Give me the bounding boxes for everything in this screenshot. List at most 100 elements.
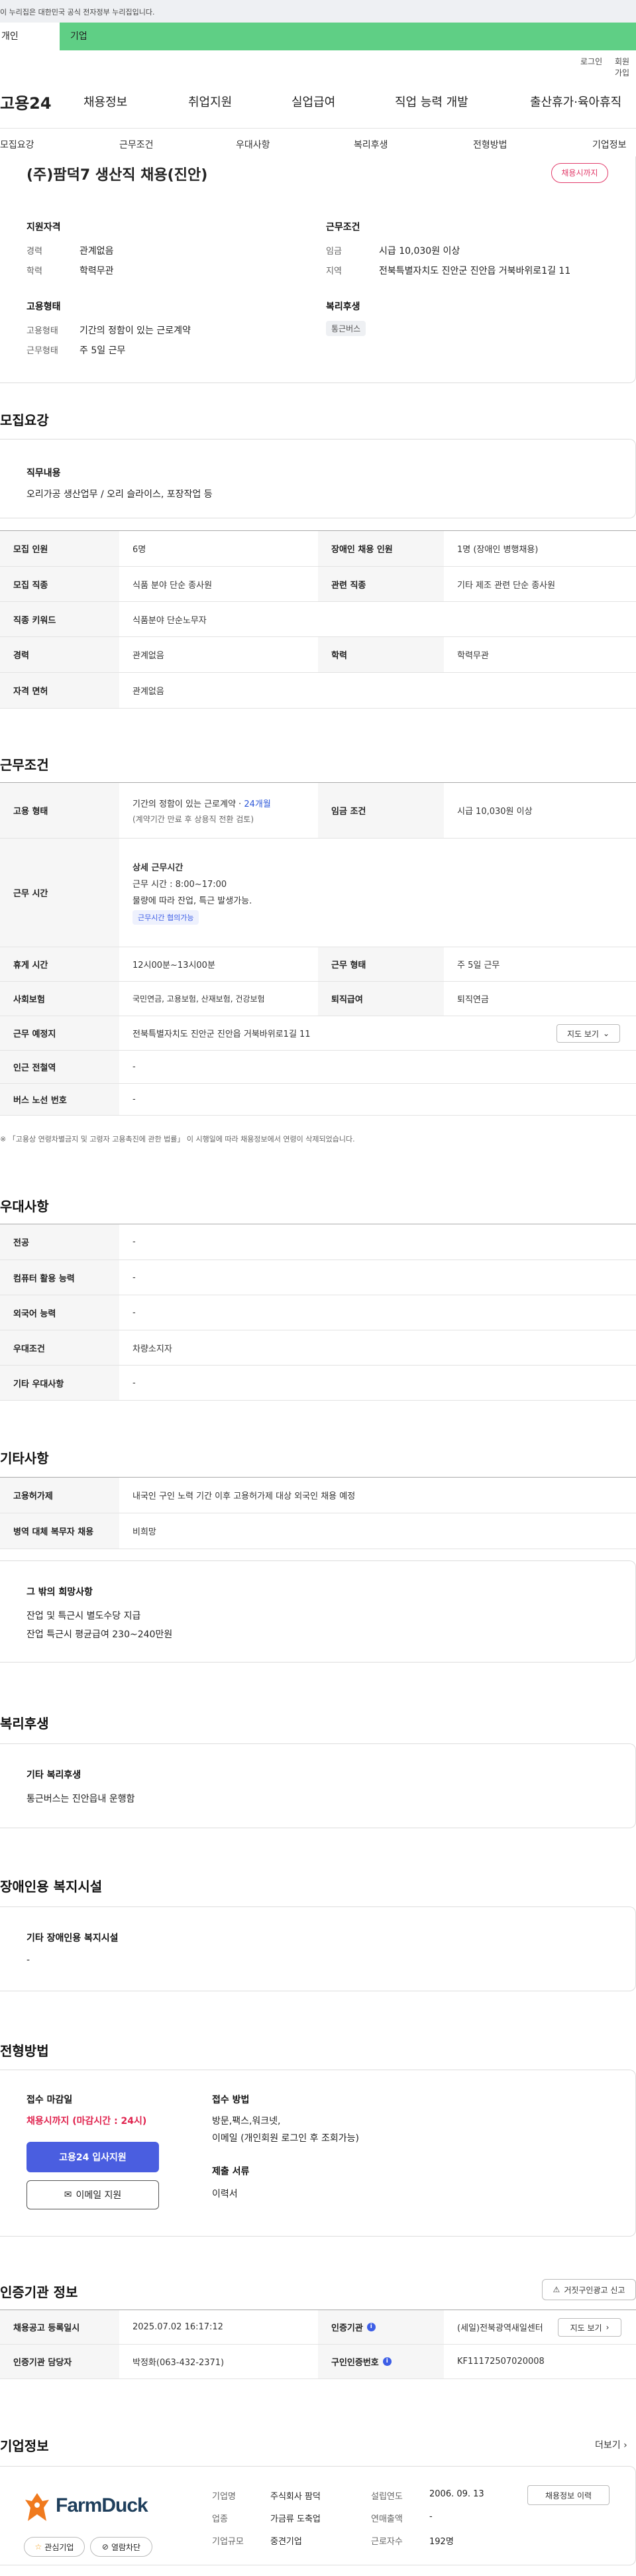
etc-note-line: 잔업 및 특근시 별도수당 지급 [26, 1611, 141, 1621]
company-info-value: 2006. 09. 13 [429, 2489, 484, 2499]
table-row: 사회보험 국민연금, 고용보험, 산재보험, 건강보험 퇴직급여 퇴직연금 [0, 982, 636, 1016]
menu-parental-leave[interactable]: 출산휴가·육아휴직 [530, 93, 621, 110]
qual-value: 학력무관 [80, 266, 114, 276]
apply-button[interactable]: 고용24 입사지원 [26, 2142, 159, 2172]
row-value: 기타 제조 관련 단순 종사원 [457, 580, 556, 591]
qual-label: 경력 [26, 247, 42, 257]
menu-training[interactable]: 직업 능력 개발 [395, 93, 468, 110]
job-history-button[interactable]: 채용정보 이력 [527, 2485, 610, 2505]
row-header: 컴퓨터 활용 능력 [0, 1260, 119, 1295]
row-header: 외국어 능력 [0, 1295, 119, 1330]
anchor-welfare[interactable]: 복리후생 [354, 138, 388, 151]
map-view-label: 지도 보기 [566, 1029, 599, 1039]
row-header: 직종 키워드 [0, 602, 119, 636]
row-value: 시급 10,030원 이상 [457, 807, 533, 817]
site-logo[interactable]: 고용24 [0, 90, 52, 113]
anchor-conditions[interactable]: 근무조건 [119, 138, 154, 151]
table-row: 전공 - [0, 1224, 636, 1260]
row-header: 고용 형태 [0, 783, 119, 838]
company-more-link[interactable]: 더보기 › [595, 2438, 627, 2451]
row-header: 병역 대체 복무자 채용 [0, 1513, 119, 1549]
docs-label: 제출 서류 [212, 2166, 250, 2177]
row-value: 12시00분~13시00분 [132, 961, 215, 970]
emp-type-months: 24개월 [244, 799, 271, 809]
info-icon[interactable]: i [382, 2357, 392, 2366]
login-link[interactable]: 로그인 [580, 56, 602, 67]
user-type-tabs: 개인 기업 [0, 23, 636, 50]
emp-label: 고용형태 [26, 326, 58, 336]
welfare-heading: 복리후생 [326, 302, 360, 312]
welfare-box-text: 통근버스는 진안읍내 운행함 [26, 1794, 135, 1804]
row-header: 학력 [318, 637, 444, 672]
cond-label: 임금 [326, 247, 342, 257]
cert-org-header: 인증기관 [331, 2323, 363, 2333]
table-row: 버스 노선 번호 - [0, 1084, 636, 1116]
report-fake-ad-button[interactable]: ⚠ 거짓구인광고 신고 [542, 2279, 636, 2300]
mail-icon: ✉ [64, 2190, 72, 2200]
warning-icon: ⚠ [553, 2285, 560, 2294]
table-row: 병역 대체 복무자 채용 비희망 [0, 1513, 636, 1549]
duty-text: 오리가공 생산업무 / 오리 슬라이스, 포장작업 등 [26, 489, 213, 500]
gov-banner-text: 이 누리집은 대한민국 공식 전자정부 누리집입니다. [0, 8, 155, 17]
docs-value: 이력서 [212, 2189, 238, 2199]
tab-company[interactable]: 기업 [70, 23, 87, 50]
menu-jobs[interactable]: 채용정보 [83, 93, 127, 110]
company-heading: 기업정보 [0, 2438, 49, 2454]
company-logo-text: FarmDuck [56, 2494, 148, 2516]
menu-unemployment-benefit[interactable]: 실업급여 [292, 93, 335, 110]
gov-banner: 이 누리집은 대한민국 공식 전자정부 누리집입니다. [0, 0, 636, 23]
table-row: 모집 직종 식품 분야 단순 종사원 관련 직종 기타 제조 관련 단순 종사원 [0, 567, 636, 602]
email-apply-button[interactable]: ✉ 이메일 지원 [26, 2180, 159, 2209]
row-value: 국민연금, 고용보험, 산재보험, 건강보험 [132, 994, 265, 1004]
table-row: 우대조건 차량소지자 [0, 1330, 636, 1366]
row-value: 관계없음 [132, 687, 164, 697]
table-row: 인증기관 담당자 박정화(063-432-2371) 구인인증번호 i KF111… [0, 2345, 636, 2379]
emp-label: 근무형태 [26, 346, 58, 356]
status-badge: 채용시까지 [551, 163, 608, 183]
emp-value: 주 5일 근무 [80, 345, 126, 356]
table-row: 근무 시간 상세 근무시간 근무 시간 : 8:00~17:00 물량에 따라 … [0, 839, 636, 947]
etc-table: 고용허가제 내국인 구인 노력 기간 이후 고용허가제 대상 외국인 채용 예정 … [0, 1477, 636, 1549]
row-value: - [132, 1307, 136, 1318]
emp-value: 기간의 정함이 있는 근로계약 [80, 325, 191, 336]
row-header: 근무 시간 [0, 839, 119, 947]
interest-label: 관심기업 [44, 2542, 74, 2552]
table-row: 직종 키워드 식품분야 단순노무자 [0, 602, 636, 637]
table-row: 외국어 능력 - [0, 1295, 636, 1330]
company-info-label: 연매출액 [371, 2514, 403, 2524]
row-value: 식품분야 단순노무자 [132, 615, 207, 626]
cert-map-button[interactable]: 지도 보기 › [558, 2318, 621, 2337]
emp-type-note: (계약기간 만료 후 상용직 전환 검토) [132, 814, 254, 824]
row-header: 경력 [0, 637, 119, 672]
anchor-preference[interactable]: 우대사항 [236, 138, 270, 151]
tab-individual[interactable]: 개인 [0, 23, 60, 50]
block-label: 열람차단 [111, 2542, 141, 2552]
row-value: 2025.07.02 16:17:12 [132, 2322, 223, 2332]
pref-heading: 우대사항 [0, 1199, 49, 1214]
deadline-value: 채용시까지 (마감시간 : 24시) [26, 2116, 147, 2127]
map-view-button[interactable]: 지도 보기 ⌄ [556, 1024, 620, 1043]
table-row: 근무 예정지 전북특별자치도 진안군 진안읍 거북바위로1길 11 지도 보기 ⌄ [0, 1016, 636, 1051]
block-view-button[interactable]: ⊘ 열람차단 [90, 2537, 152, 2557]
anchor-process[interactable]: 전형방법 [473, 138, 507, 151]
recruit-table: 모집 인원 6명 장애인 채용 인원 1명 (장애인 병행채용) 모집 직종 식… [0, 530, 636, 709]
etc-note-heading: 그 밖의 희망사항 [26, 1587, 93, 1598]
anchor-company[interactable]: 기업정보 [592, 138, 627, 151]
menu-employment-support[interactable]: 취업지원 [188, 93, 232, 110]
anchor-recruit[interactable]: 모집요강 [0, 138, 34, 151]
qual-label: 학력 [26, 266, 42, 276]
signup-link[interactable]: 회원가입 [615, 56, 636, 78]
row-header: 기타 우대사항 [0, 1366, 119, 1400]
welfare-tag: 통근버스 [326, 321, 366, 336]
row-header: 인증기관 담당자 [0, 2345, 119, 2378]
interest-company-button[interactable]: ☆ 관심기업 [24, 2537, 85, 2557]
info-icon[interactable]: i [366, 2323, 376, 2331]
disabled-box: 기타 장애인용 복지시설 - [0, 1906, 636, 1991]
table-row: 휴게 시간 12시00분~13시00분 근무 형태 주 5일 근무 [0, 947, 636, 982]
email-apply-label: 이메일 지원 [76, 2190, 122, 2201]
row-header: 자격 면허 [0, 673, 119, 708]
row-header: 채용공고 등록일시 [0, 2310, 119, 2344]
cond-value: 전북특별자치도 진안군 진안읍 거북바위로1길 11 [379, 266, 571, 276]
row-header: 임금 조건 [318, 783, 444, 838]
table-row: 채용공고 등록일시 2025.07.02 16:17:12 인증기관 i (세일)… [0, 2310, 636, 2345]
